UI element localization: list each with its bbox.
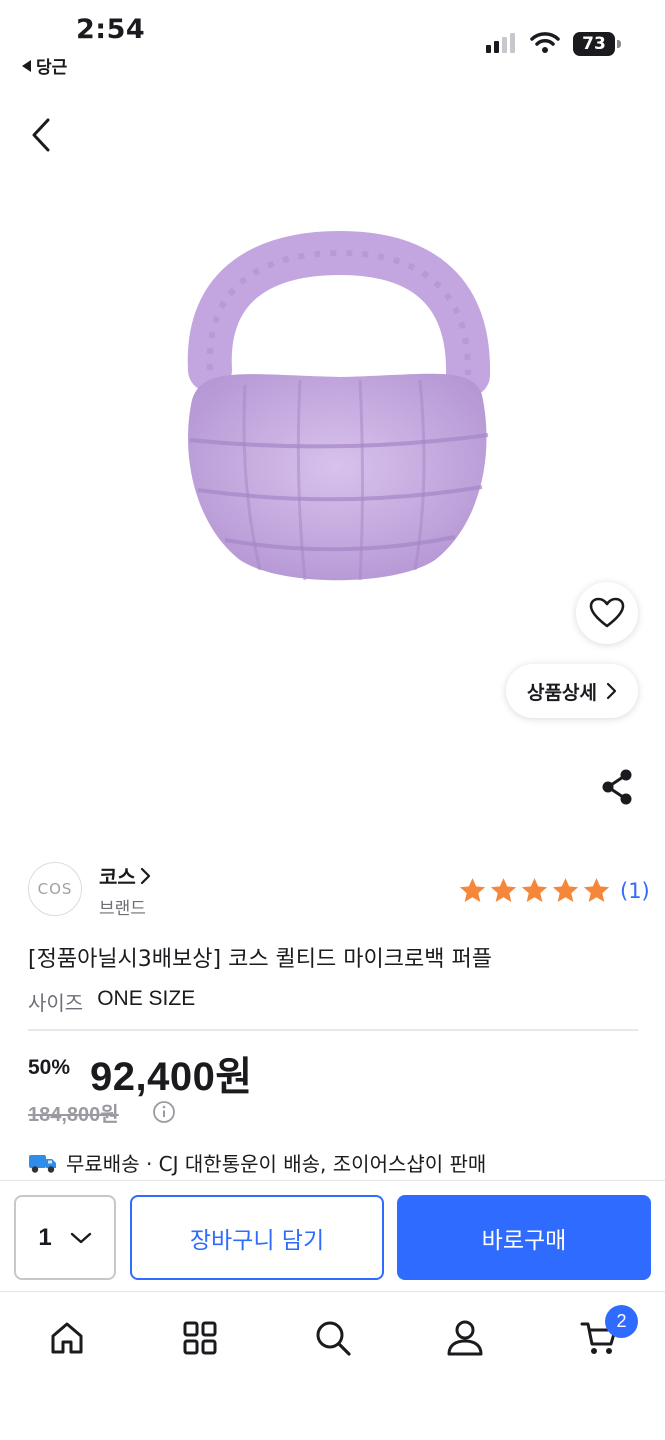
- product-title: [정품아닐시3배보상] 코스 퀼티드 마이크로백 퍼플: [28, 947, 492, 972]
- quantity-value: 1: [38, 1223, 52, 1251]
- product-detail-page: 2:54 당근 73 상품상세 COS 코스 브랜드 (1) [정품아닐시3배보…: [0, 0, 665, 1440]
- product-image[interactable]: [150, 225, 520, 615]
- original-price: 184,800원: [28, 1104, 119, 1126]
- tab-my-page[interactable]: [443, 1316, 487, 1360]
- user-icon: [447, 1320, 483, 1356]
- grid-icon: [183, 1321, 217, 1355]
- battery-cap: [617, 40, 621, 48]
- star-icon: [583, 878, 610, 902]
- home-icon: [51, 1322, 83, 1354]
- size-value: ONE SIZE: [97, 987, 196, 1010]
- tab-search[interactable]: [311, 1316, 355, 1360]
- discount-rate: 50%: [28, 1056, 71, 1079]
- star-icon: [459, 878, 486, 902]
- wifi-icon: [530, 32, 560, 53]
- back-arrow-icon: [22, 59, 31, 72]
- signal-icon: [486, 33, 515, 53]
- battery-indicator: 73: [573, 32, 615, 56]
- tab-categories[interactable]: [178, 1316, 222, 1360]
- back-icon[interactable]: [26, 116, 54, 154]
- rating[interactable]: (1): [458, 876, 650, 905]
- size-row: 사이즈 ONE SIZE: [28, 987, 195, 1016]
- divider: [28, 1029, 638, 1031]
- brand-name: 코스: [99, 865, 136, 889]
- cart-count-badge: 2: [605, 1305, 638, 1338]
- star-icon: [552, 878, 579, 902]
- chevron-right-icon: [606, 682, 617, 700]
- brand-link[interactable]: 코스: [99, 861, 151, 890]
- brand-logo[interactable]: COS: [28, 862, 82, 916]
- wishlist-button[interactable]: [576, 582, 638, 644]
- heart-icon: [589, 597, 625, 628]
- chevron-down-icon: [70, 1232, 91, 1243]
- review-count[interactable]: (1): [620, 879, 650, 903]
- shipping-text: 무료배송 · CJ 대한통운이 배송, 조이어스샵이 판매: [66, 1152, 487, 1176]
- info-icon[interactable]: [152, 1100, 176, 1124]
- back-app-label: 당근: [36, 58, 68, 78]
- shipping-info: 무료배송 · CJ 대한통운이 배송, 조이어스샵이 판매: [28, 1148, 486, 1177]
- buy-now-button[interactable]: 바로구매: [397, 1195, 651, 1280]
- add-to-cart-button[interactable]: 장바구니 담기: [130, 1195, 384, 1280]
- purchase-bar: 1 장바구니 담기 바로구매: [0, 1180, 665, 1292]
- star-icon: [521, 878, 548, 902]
- back-to-app-link[interactable]: 당근: [22, 53, 67, 78]
- search-icon: [316, 1321, 351, 1356]
- brand-sub-label: 브랜드: [99, 899, 146, 919]
- chevron-right-icon: [140, 867, 150, 884]
- share-icon[interactable]: [600, 768, 634, 806]
- truck-icon: [29, 1154, 56, 1173]
- star-icon: [490, 878, 517, 902]
- tab-home[interactable]: [45, 1316, 89, 1360]
- product-detail-label: 상품상세: [527, 681, 597, 704]
- size-label: 사이즈: [28, 991, 84, 1015]
- status-time: 2:54: [76, 14, 146, 45]
- product-detail-button[interactable]: 상품상세: [506, 664, 638, 718]
- quantity-select[interactable]: 1: [14, 1195, 116, 1280]
- rating-stars: [458, 876, 611, 905]
- sale-price: 92,400원: [90, 1055, 253, 1099]
